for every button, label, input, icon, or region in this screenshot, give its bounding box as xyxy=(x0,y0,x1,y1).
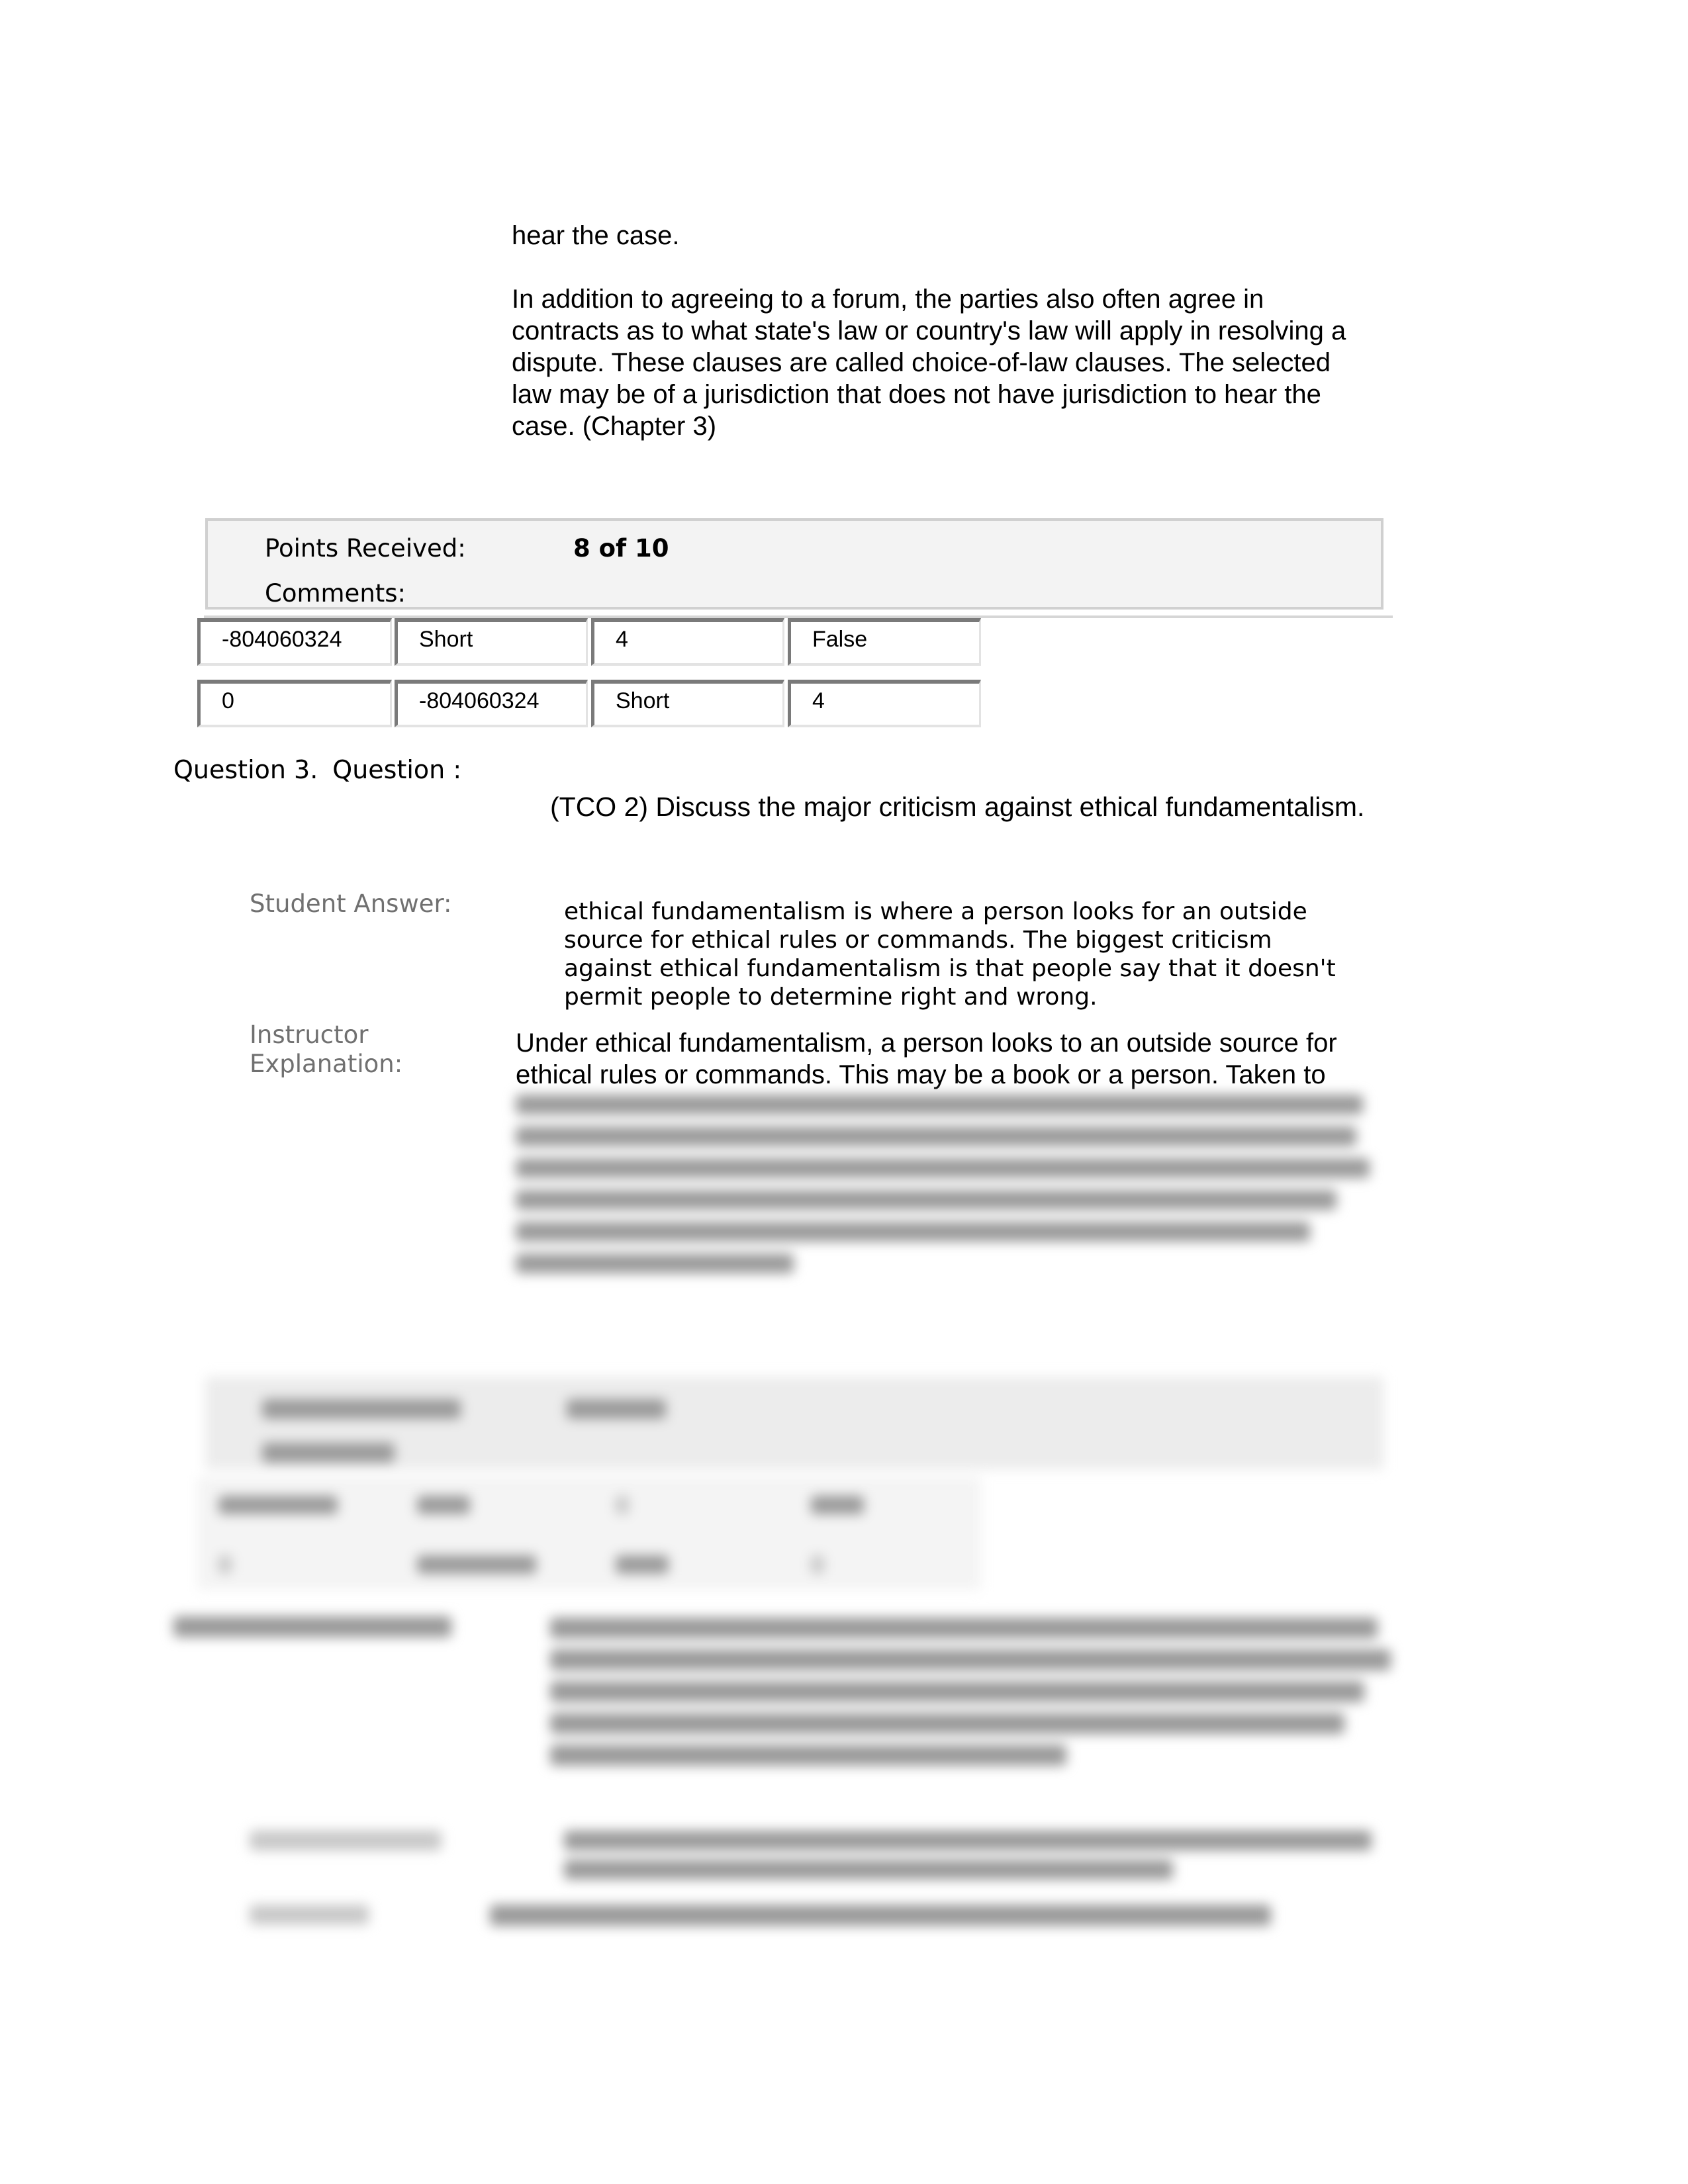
blurred-text-line xyxy=(516,1253,794,1273)
blurred-text-line xyxy=(564,1860,1173,1880)
blurred-explanation xyxy=(516,1091,1389,1276)
paragraph-line: law may be of a jurisdiction that does n… xyxy=(512,380,1321,409)
blurred-text-line xyxy=(516,1126,1356,1146)
blurred-field-rows xyxy=(197,1477,981,1590)
blurred-text-line xyxy=(516,1222,1310,1242)
previous-explanation-continuation: hear the case. xyxy=(512,220,680,251)
question-number: Question 3. xyxy=(173,755,318,784)
blurred-text-line xyxy=(564,1831,1372,1850)
blurred-text-line xyxy=(550,1649,1391,1670)
blurred-text-line xyxy=(516,1190,1336,1210)
explanation-line: ethical rules or commands. This may be a… xyxy=(516,1060,1326,1089)
blurred-text-line xyxy=(250,1905,369,1925)
field-cell[interactable]: -804060324 xyxy=(395,680,588,727)
blurred-text-line xyxy=(262,1399,461,1419)
label-line: Explanation: xyxy=(250,1050,403,1078)
blurred-text-line xyxy=(550,1745,1066,1766)
blurred-text-line xyxy=(567,1399,666,1419)
explanation-line: Under ethical fundamentalism, a person l… xyxy=(516,1028,1337,1058)
field-cell[interactable]: 0 xyxy=(197,680,392,727)
instructor-explanation: Under ethical fundamentalism, a person l… xyxy=(516,1027,1337,1091)
blurred-text-line xyxy=(417,1555,536,1574)
choice-of-law-paragraph: In addition to agreeing to a forum, the … xyxy=(512,283,1346,442)
field-cell[interactable]: 4 xyxy=(788,680,981,727)
blurred-text-line xyxy=(616,1555,669,1574)
blurred-text-line xyxy=(417,1496,470,1514)
question-text: (TCO 2) Discuss the major criticism agai… xyxy=(550,792,1365,822)
field-cell[interactable]: Short xyxy=(591,680,784,727)
question-label: Question : xyxy=(332,755,462,784)
blurred-text-line xyxy=(250,1831,442,1850)
blurred-text-line xyxy=(218,1496,338,1514)
blurred-next-question xyxy=(0,1357,1688,2019)
question-heading: Question 3. Question : xyxy=(173,754,461,785)
blurred-text-line xyxy=(516,1158,1370,1178)
field-cell[interactable]: False xyxy=(788,618,981,666)
blurred-text-line xyxy=(262,1443,395,1463)
field-cell[interactable]: 4 xyxy=(591,618,784,666)
student-answer: ethical fundamentalism is where a person… xyxy=(564,897,1336,1011)
points-received-value: 8 of 10 xyxy=(573,534,669,563)
blurred-text-line xyxy=(490,1905,1271,1926)
label-line: Instructor xyxy=(250,1021,369,1049)
student-answer-label: Student Answer: xyxy=(250,889,452,918)
comments-label: Comments: xyxy=(265,579,406,608)
blurred-text-line xyxy=(550,1681,1364,1702)
points-box: Points Received: 8 of 10 Comments: xyxy=(205,518,1383,610)
blurred-text-line xyxy=(811,1496,864,1514)
blurred-text-line xyxy=(811,1555,824,1574)
field-cell[interactable]: Short xyxy=(395,618,588,666)
answer-line: against ethical fundamentalism is that p… xyxy=(564,955,1336,982)
blurred-text-line xyxy=(173,1616,451,1637)
answer-line: ethical fundamentalism is where a person… xyxy=(564,898,1307,925)
answer-line: source for ethical rules or commands. Th… xyxy=(564,927,1272,954)
blurred-text-line xyxy=(550,1713,1344,1734)
blurred-text-line xyxy=(616,1496,629,1514)
answer-line: permit people to determine right and wro… xyxy=(564,983,1098,1011)
paragraph-line: dispute. These clauses are called choice… xyxy=(512,348,1331,377)
paragraph-line: In addition to agreeing to a forum, the … xyxy=(512,285,1264,314)
blurred-text-line xyxy=(516,1095,1363,1115)
paragraph-line: contracts as to what state's law or coun… xyxy=(512,316,1346,345)
blurred-text-line xyxy=(218,1555,232,1574)
field-cell[interactable]: -804060324 xyxy=(197,618,392,666)
instructor-explanation-label: Instructor Explanation: xyxy=(250,1021,402,1079)
blurred-text-line xyxy=(550,1617,1378,1639)
points-received-label: Points Received: xyxy=(265,534,466,563)
continuation-line: hear the case. xyxy=(512,221,680,250)
paragraph-line: case. (Chapter 3) xyxy=(512,412,717,441)
